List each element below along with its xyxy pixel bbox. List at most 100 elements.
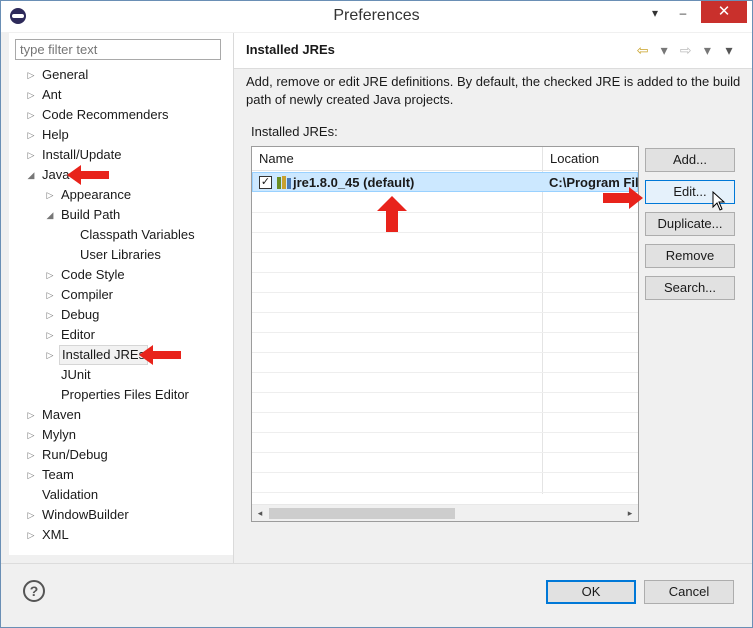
table-row [252,293,638,313]
tree-item-label: Properties Files Editor [61,387,189,402]
tree-item-run-debug[interactable]: ▷ Run/Debug [28,445,110,465]
collapsed-twisty-icon[interactable]: ▷ [25,525,37,545]
tree-item-ant[interactable]: ▷ Ant [28,85,64,105]
collapsed-twisty-icon[interactable]: ▷ [25,65,37,85]
scroll-right-icon[interactable]: ▸ [622,505,638,521]
collapsed-twisty-icon[interactable]: ▷ [25,445,37,465]
table-row [252,393,638,413]
tree-item-mylyn[interactable]: ▷ Mylyn [28,425,78,445]
column-header-location[interactable]: Location [542,147,638,171]
table-row [252,473,638,493]
tree-item-label: WindowBuilder [42,507,129,522]
tree-item-debug[interactable]: ▷ Debug [47,305,101,325]
tree-item-label: Install/Update [42,147,122,162]
tree-item-label: Team [42,467,74,482]
collapsed-twisty-icon[interactable]: ▷ [25,105,37,125]
collapsed-twisty-icon[interactable]: ▷ [25,85,37,105]
table-row[interactable]: ✓ jre1.8.0_45 (default) C:\Program Files… [252,172,638,192]
table-row [252,413,638,433]
forward-dropdown-icon[interactable]: ▾ [698,41,716,59]
help-icon[interactable]: ? [23,580,45,602]
tree-item-install-update[interactable]: ▷ Install/Update [28,145,124,165]
collapsed-twisty-icon[interactable]: ▷ [25,405,37,425]
horizontal-scrollbar[interactable]: ◂ ▸ [252,504,638,521]
tree-item-appearance[interactable]: ▷ Appearance [47,185,133,205]
page-description: Add, remove or edit JRE definitions. By … [246,74,741,107]
tree-item-label: Debug [61,307,100,322]
tree-item-label: Run/Debug [42,447,108,462]
view-menu-icon[interactable]: ▾ [720,41,738,59]
title-bar: Preferences ▾ – ✕ [1,1,752,32]
installed-jres-label: Installed JREs: [251,124,338,139]
collapsed-twisty-icon[interactable]: ▷ [44,305,56,325]
tree-item-label: User Libraries [80,247,161,262]
tree-item-installed-jres[interactable]: ▷ Installed JREs [47,345,149,365]
tree-item-label: Appearance [61,187,132,202]
tree-item-properties-files-editor[interactable]: Properties Files Editor [59,385,191,405]
collapsed-twisty-icon[interactable]: ▷ [25,145,37,165]
tree-item-maven[interactable]: ▷ Maven [28,405,83,425]
tree-item-label: Code Style [61,267,125,282]
table-row [252,373,638,393]
collapsed-twisty-icon[interactable]: ▷ [25,465,37,485]
back-arrow-icon[interactable]: ⇦ [634,41,652,59]
ok-button[interactable]: OK [546,580,636,604]
expanded-twisty-icon[interactable]: ◢ [25,165,37,185]
annotation-arrow-installed-jres-icon [139,345,181,365]
scroll-left-icon[interactable]: ◂ [252,505,268,521]
default-jre-checkbox[interactable]: ✓ [259,176,272,189]
back-dropdown-icon[interactable]: ▾ [655,41,673,59]
tree-item-label: Mylyn [42,427,76,442]
forward-arrow-icon[interactable]: ⇨ [677,41,695,59]
column-header-name[interactable]: Name [252,147,542,171]
tree-item-editor[interactable]: ▷ Editor [47,325,97,345]
collapsed-twisty-icon[interactable]: ▷ [25,125,37,145]
table-row [252,353,638,373]
tree-item-label: Compiler [61,287,114,302]
collapsed-twisty-icon[interactable]: ▷ [44,265,56,285]
collapsed-twisty-icon[interactable]: ▷ [44,285,56,305]
expanded-twisty-icon[interactable]: ◢ [44,205,56,225]
collapsed-twisty-icon[interactable]: ▷ [25,505,37,525]
tree-item-help[interactable]: ▷ Help [28,125,71,145]
preference-page: Installed JREs ⇦ ▾ ⇨ ▾ ▾ Add, remove or … [234,33,752,563]
window-menu-icon[interactable]: ▾ [642,3,668,23]
duplicate-button[interactable]: Duplicate... [645,212,735,236]
collapsed-twisty-icon[interactable]: ▷ [44,325,56,345]
page-navigation: ⇦ ▾ ⇨ ▾ ▾ [634,41,739,59]
cancel-button[interactable]: Cancel [644,580,734,604]
annotation-arrow-edit-icon [603,187,643,209]
annotation-arrow-up-icon [377,196,407,232]
search-button[interactable]: Search... [645,276,735,300]
add-button[interactable]: Add... [645,148,735,172]
tree-item-windowbuilder[interactable]: ▷ WindowBuilder [28,505,131,525]
table-row [252,213,638,233]
minimize-button[interactable]: – [670,3,696,23]
dialog-button-bar: ? OK Cancel [1,563,752,627]
table-row [252,433,638,453]
tree-item-code-recommenders[interactable]: ▷ Code Recommenders [28,105,170,125]
close-button[interactable]: ✕ [701,1,747,23]
tree-item-team[interactable]: ▷ Team [28,465,76,485]
window-title: Preferences [333,7,420,24]
table-row [252,453,638,473]
tree-item-junit[interactable]: JUnit [59,365,93,385]
jre-name-cell: jre1.8.0_45 (default) [293,175,415,190]
collapsed-twisty-icon[interactable]: ▷ [44,185,56,205]
tree-item-build-path[interactable]: ◢ Build Path [47,205,122,225]
collapsed-twisty-icon[interactable]: ▷ [44,345,56,365]
tree-item-compiler[interactable]: ▷ Compiler [47,285,115,305]
tree-item-label: Code Recommenders [42,107,169,122]
tree-item-code-style[interactable]: ▷ Code Style [47,265,127,285]
tree-item-user-libraries[interactable]: User Libraries [78,245,163,265]
tree-item-xml[interactable]: ▷ XML [28,525,71,545]
collapsed-twisty-icon[interactable]: ▷ [25,425,37,445]
remove-button[interactable]: Remove [645,244,735,268]
tree-item-label: Maven [42,407,82,422]
page-title: Installed JREs [246,42,335,57]
tree-item-general[interactable]: ▷ General [28,65,90,85]
filter-input[interactable] [15,39,221,60]
tree-item-classpath-variables[interactable]: Classpath Variables [78,225,197,245]
tree-item-validation[interactable]: Validation [40,485,100,505]
scroll-thumb[interactable] [269,508,455,519]
